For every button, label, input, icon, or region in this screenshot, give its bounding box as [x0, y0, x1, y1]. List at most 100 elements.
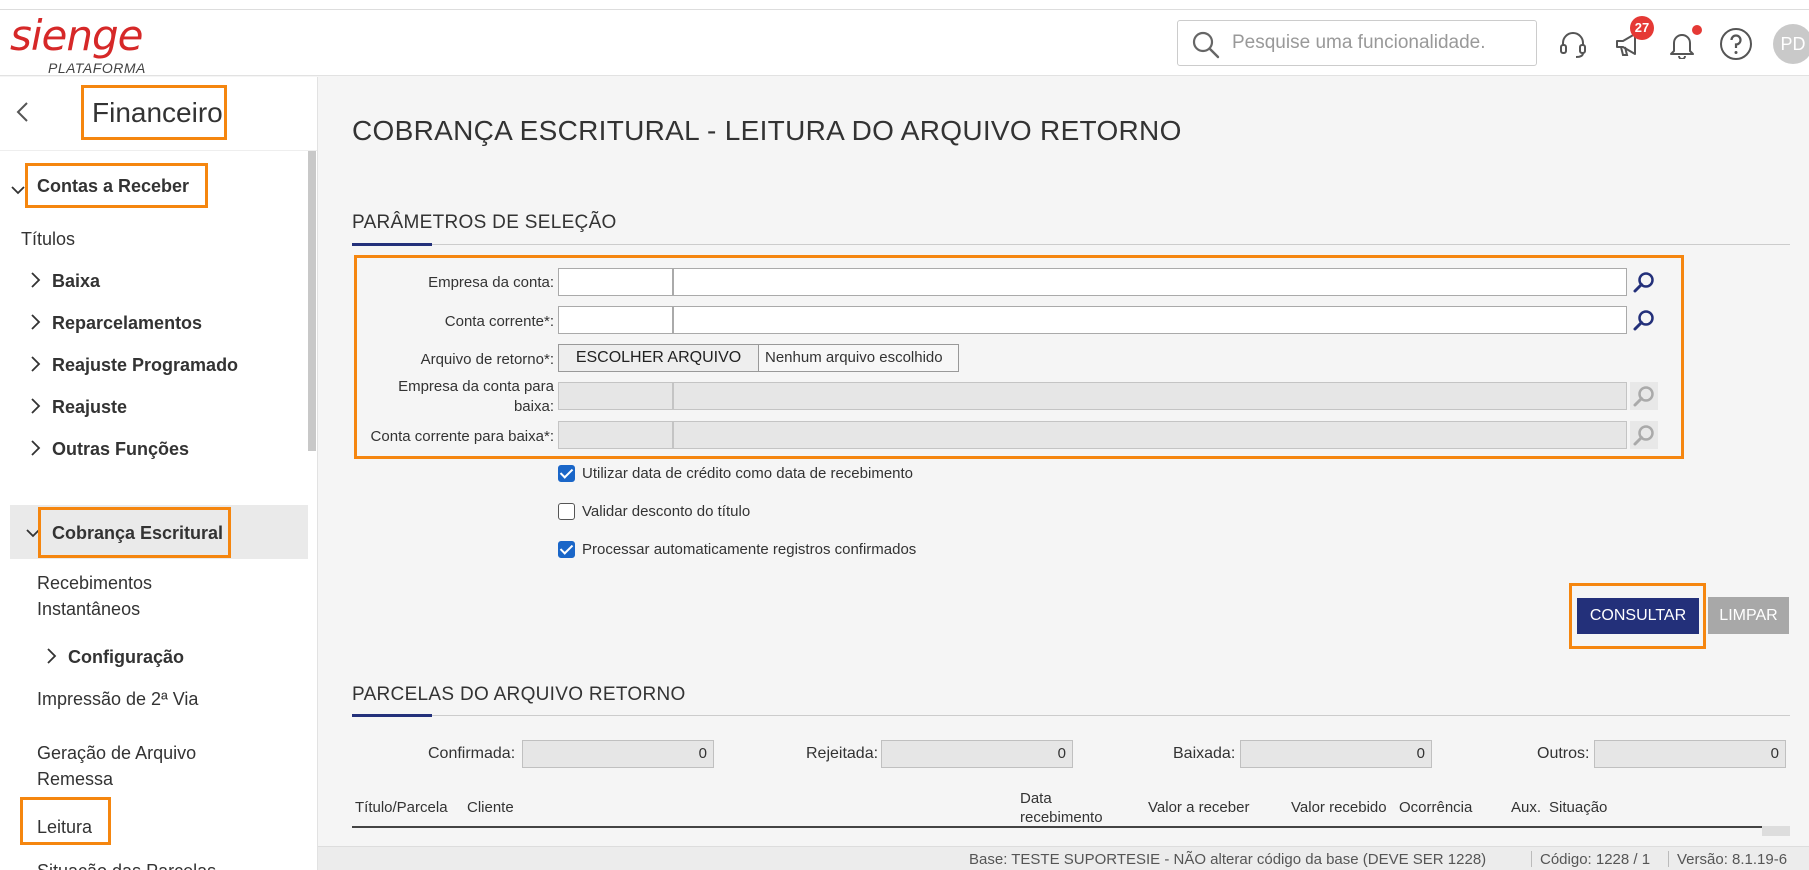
col-data-line1[interactable]: Data [1020, 790, 1052, 807]
conta-corrente-label: Conta corrente*: [444, 313, 554, 330]
checkbox-data-credito-label: Utilizar data de crédito como data de re… [582, 465, 914, 482]
footer-codigo: Código: 1228 / 1 [1540, 851, 1651, 868]
baixada-label: Baixada: [1173, 745, 1236, 762]
col-valor-receber[interactable]: Valor a receber [1148, 799, 1249, 816]
col-cliente[interactable]: Cliente [467, 799, 514, 816]
chevron-right-icon [28, 397, 42, 420]
conta-corrente-name-input[interactable] [673, 306, 1627, 334]
sidebar-item-reajuste[interactable]: Reajuste [52, 397, 127, 418]
empresa-conta-name-input[interactable] [673, 268, 1627, 296]
file-picker[interactable]: ESCOLHER ARQUIVO Nenhum arquivo escolhid… [558, 344, 959, 372]
sidebar-item-reajuste-programado[interactable]: Reajuste Programado [52, 355, 238, 376]
col-data-line2[interactable]: recebimento [1020, 809, 1103, 826]
col-titulo-parcela[interactable]: Título/Parcela [355, 799, 448, 816]
bell-alert-dot [1692, 25, 1702, 35]
sidebar-item-cobranca-escritural[interactable]: Cobrança Escritural [52, 523, 223, 544]
chevron-right-icon [28, 313, 42, 336]
sidebar-scrollbar[interactable] [308, 151, 316, 451]
help-icon[interactable] [1716, 24, 1756, 64]
sidebar-item-geracao-arquivo[interactable]: Geração de Arquivo [37, 743, 196, 764]
empresa-conta-lookup-icon[interactable] [1630, 268, 1658, 296]
sidebar-item-leitura[interactable]: Leitura [37, 817, 92, 838]
empresa-baixa-label-line1: Empresa da conta para [398, 378, 554, 395]
chevron-right-icon [44, 647, 58, 670]
empresa-baixa-lookup-icon [1630, 382, 1658, 410]
params-divider [352, 244, 1790, 245]
sidebar-header: Financeiro [0, 77, 317, 151]
sidebar-item-remessa[interactable]: Remessa [37, 769, 113, 790]
sienge-logo[interactable]: sienge PLATAFORMA [10, 11, 160, 77]
footer-versao: Versão: 8.1.19-6 [1677, 851, 1788, 868]
conta-baixa-label: Conta corrente para baixa*: [370, 428, 554, 445]
sidebar-item-impressao-2via[interactable]: Impressão de 2ª Via [37, 689, 198, 710]
sidebar-section-contas-receber[interactable]: Contas a Receber [37, 176, 189, 197]
empresa-baixa-label-line2: baixa: [513, 398, 554, 415]
file-status-text: Nenhum arquivo escolhido [765, 349, 943, 366]
chevron-right-icon [28, 355, 42, 378]
limpar-button[interactable]: LIMPAR [1708, 597, 1789, 634]
empresa-conta-label: Empresa da conta: [428, 274, 554, 291]
consultar-button[interactable]: CONSULTAR [1577, 598, 1699, 634]
app-header: sienge PLATAFORMA 27 PD [0, 10, 1809, 76]
conta-corrente-code-input[interactable] [558, 306, 673, 334]
checkbox-data-credito[interactable] [558, 465, 575, 482]
conta-corrente-lookup-icon[interactable] [1630, 306, 1658, 334]
col-ocorrencia[interactable]: Ocorrência [1399, 799, 1472, 816]
confirmada-label: Confirmada: [428, 745, 516, 762]
notification-badge: 27 [1630, 16, 1654, 40]
sidebar-item-titulos[interactable]: Títulos [21, 229, 75, 250]
table-scrollbar[interactable] [1762, 826, 1790, 836]
sidebar-item-recebimentos[interactable]: Recebimentos [37, 573, 152, 594]
conta-baixa-code-input [558, 421, 673, 449]
table-header-line [352, 826, 1762, 828]
back-chevron-icon[interactable] [12, 99, 34, 130]
sidebar-item-configuracao[interactable]: Configuração [68, 647, 184, 668]
global-search[interactable] [1177, 20, 1537, 66]
headset-icon[interactable] [1553, 24, 1593, 64]
params-accent [352, 243, 432, 246]
footer-separator [1531, 851, 1532, 867]
rejeitada-value: 0 [881, 740, 1073, 768]
outros-label: Outros: [1537, 745, 1590, 762]
parcelas-divider [352, 715, 1790, 716]
choose-file-button[interactable]: ESCOLHER ARQUIVO [559, 345, 759, 371]
col-aux[interactable]: Aux. [1511, 799, 1541, 816]
checkbox-processar-auto-label: Processar automaticamente registros conf… [582, 541, 917, 558]
checkbox-validar-desconto-label: Validar desconto do título [582, 503, 751, 520]
empresa-baixa-name-input [673, 382, 1627, 410]
chevron-right-icon [28, 271, 42, 294]
col-situacao[interactable]: Situação [1549, 799, 1607, 816]
empresa-baixa-code-input [558, 382, 673, 410]
checkbox-validar-desconto[interactable] [558, 503, 575, 520]
params-section-title: PARÂMETROS DE SELEÇÃO [352, 212, 617, 233]
footer-separator [1668, 851, 1669, 867]
outros-value: 0 [1594, 740, 1786, 768]
arquivo-retorno-label: Arquivo de retorno*: [420, 351, 554, 368]
search-icon [1192, 31, 1220, 59]
parcelas-accent [352, 714, 432, 717]
empresa-conta-code-input[interactable] [558, 268, 673, 296]
confirmada-value: 0 [522, 740, 714, 768]
parcelas-section-title: PARCELAS DO ARQUIVO RETORNO [352, 684, 686, 705]
sidebar-item-outras-funcoes[interactable]: Outras Funções [52, 439, 189, 460]
sidebar-menu: Financeiro Contas a Receber Títulos Baix… [0, 77, 318, 870]
sidebar-item-reparcelamentos[interactable]: Reparcelamentos [52, 313, 202, 334]
conta-baixa-lookup-icon [1630, 421, 1658, 449]
top-strip [0, 0, 1809, 10]
logo-subtitle: PLATAFORMA [48, 60, 146, 76]
chevron-right-icon [28, 439, 42, 462]
footer-base: Base: TESTE SUPORTESIE - NÃO alterar cód… [969, 851, 1487, 868]
col-valor-recebido[interactable]: Valor recebido [1291, 799, 1387, 816]
sidebar-item-situacao-parcelas[interactable]: Situação das Parcelas [37, 861, 216, 870]
sidebar-item-instantaneos[interactable]: Instantâneos [37, 599, 140, 620]
rejeitada-label: Rejeitada: [806, 745, 879, 762]
conta-baixa-name-input [673, 421, 1627, 449]
sidebar-item-baixa[interactable]: Baixa [52, 271, 100, 292]
module-title: Financeiro [81, 85, 227, 140]
baixada-value: 0 [1240, 740, 1432, 768]
user-avatar[interactable]: PD [1773, 24, 1809, 64]
checkbox-processar-auto[interactable] [558, 541, 575, 558]
logo-text: sienge [10, 11, 144, 60]
page-title: COBRANÇA ESCRITURAL - LEITURA DO ARQUIVO… [352, 115, 1182, 146]
search-input[interactable] [1232, 29, 1522, 57]
